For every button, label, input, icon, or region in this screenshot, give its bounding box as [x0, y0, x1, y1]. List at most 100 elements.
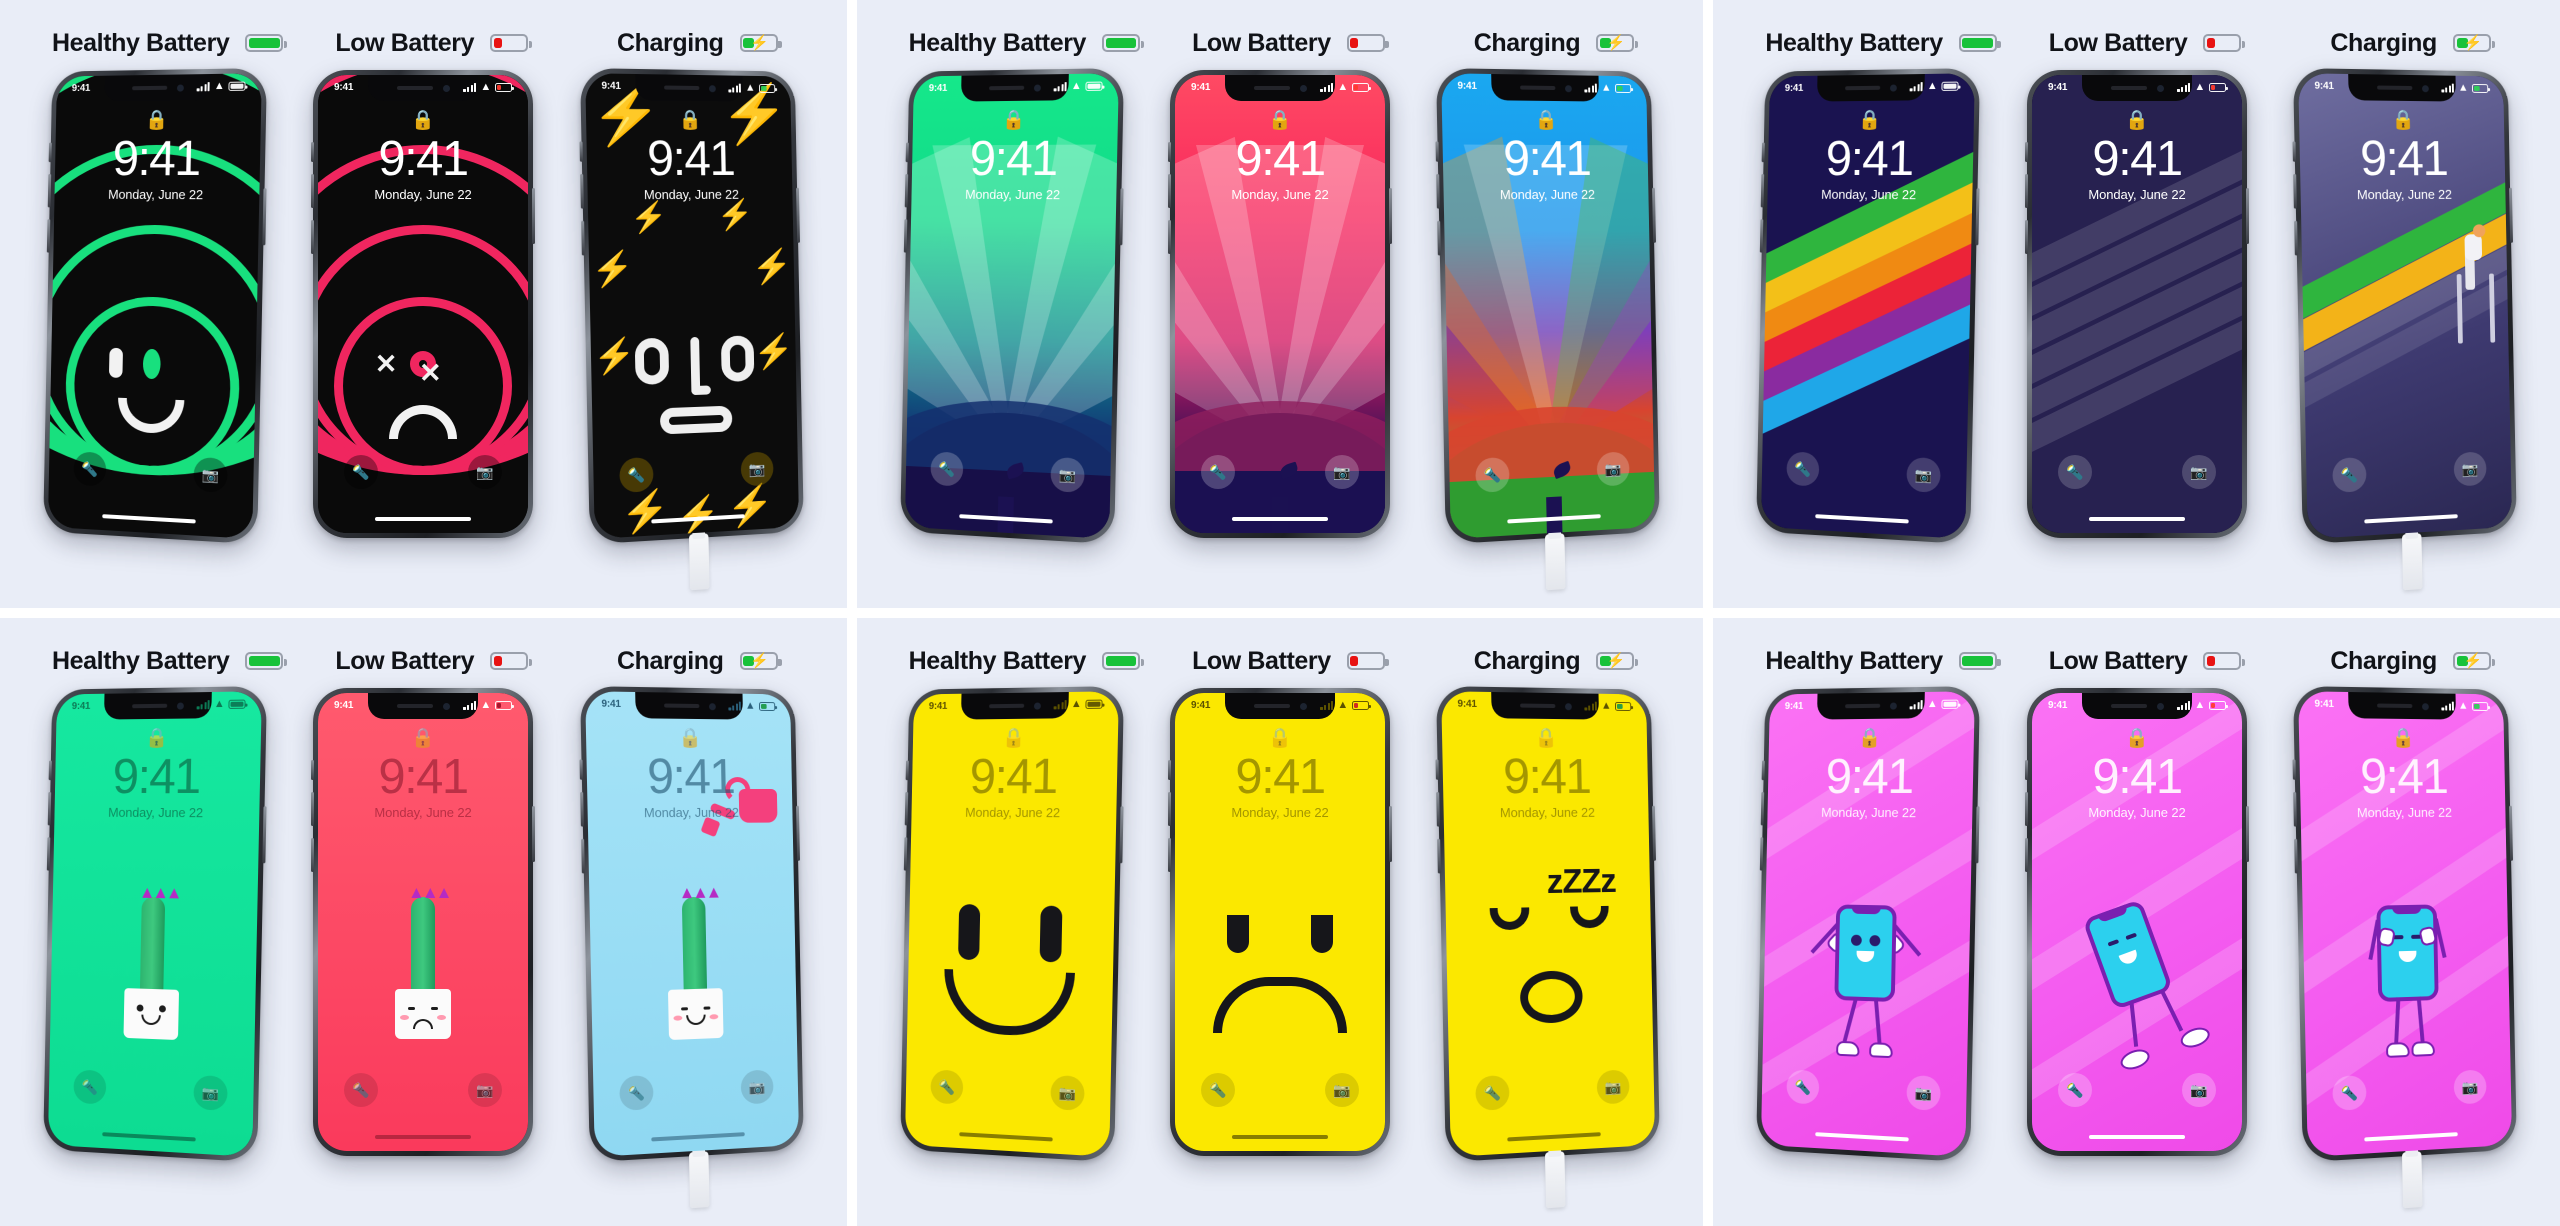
phone-slot-healthy: 9:41 ▲ 🔒 9:41 Monday, June 22 🔦 📷 — [875, 682, 1145, 1163]
phone-screen: ✕ ✕ 9:41 ▲ 🔒 9:41 Monday, June 22 🔦 📷 — [318, 75, 529, 533]
lock-info: 🔒 9:41 Monday, June 22 — [1175, 728, 1385, 820]
status-battery-icon — [2208, 83, 2226, 92]
home-indicator[interactable] — [2088, 517, 2185, 521]
phone-mono-stripes[interactable]: 9:41 ▲ 🔒 9:41 Monday, June 22 🔦 📷 — [2024, 70, 2249, 538]
wifi-icon: ▲ — [1070, 697, 1082, 711]
camera-icon[interactable]: 📷 — [2453, 1069, 2487, 1105]
phone-red-cactus[interactable]: ▲▲▲ 9:41 ▲ 🔒 9:41 Monday, June 22 🔦 📷 — [311, 688, 536, 1156]
phone-climber-stripes[interactable]: 9:41 ▲ 🔒 9:41 Monday, June 22 🔦 📷 — [2292, 67, 2517, 591]
camera-icon[interactable]: 📷 — [740, 1069, 774, 1105]
flashlight-icon[interactable]: 🔦 — [73, 1069, 107, 1105]
header-label: Healthy Battery — [1765, 28, 1943, 57]
camera-icon[interactable]: 📷 — [2181, 1073, 2216, 1107]
header-healthy-battery: Healthy Battery — [1713, 22, 2001, 64]
camera-icon[interactable]: 📷 — [468, 455, 503, 489]
flashlight-icon[interactable]: 🔦 — [1200, 455, 1235, 489]
phone-red-apple[interactable]: 9:41 ▲ 🔒 9:41 Monday, June 22 🔦 📷 — [1167, 70, 1392, 538]
camera-icon[interactable]: 📷 — [1324, 455, 1359, 489]
lock-info: 🔒 9:41 Monday, June 22 — [55, 110, 262, 203]
camera-icon[interactable]: 📷 — [740, 451, 774, 487]
flashlight-icon[interactable]: 🔦 — [2332, 1074, 2367, 1111]
home-indicator[interactable] — [1231, 517, 1328, 521]
phone-blue-apple[interactable]: 9:41 ▲ 🔒 9:41 Monday, June 22 🔦 📷 — [1435, 67, 1661, 591]
charging-cable — [1545, 1151, 1566, 1209]
charging-cable — [688, 1151, 710, 1209]
phone-yellow-frown[interactable]: 9:41 ▲ 🔒 9:41 Monday, June 22 🔦 📷 — [1167, 688, 1392, 1156]
cellular-signal-icon — [2441, 83, 2455, 93]
lock-icon: 🔒 — [145, 109, 169, 132]
header-label: Charging — [617, 646, 724, 675]
phone-pink-resting[interactable]: 9:41 ▲ 🔒 9:41 Monday, June 22 🔦 📷 — [2292, 685, 2517, 1209]
flashlight-icon[interactable]: 🔦 — [344, 1073, 379, 1107]
flashlight-icon[interactable]: 🔦 — [930, 1069, 964, 1105]
header-label: Low Battery — [2048, 28, 2188, 57]
header-label: Healthy Battery — [52, 646, 230, 675]
status-time: 9:41 — [71, 82, 91, 95]
battery-full-icon — [245, 34, 288, 52]
panel-smiley-phones: 9:41 ▲ 🔒 9:41 Monday, June 22 🔦 📷 9:41 ▲… — [857, 682, 1704, 1226]
home-indicator[interactable] — [375, 517, 472, 521]
cellular-signal-icon — [1320, 83, 1334, 92]
lock-time: 9:41 — [112, 131, 201, 187]
charging-cable — [2401, 533, 2423, 591]
phone-green-cactus[interactable]: ▲▲▲ 9:41 ▲ 🔒 9:41 Monday, June 22 🔦 📷 — [43, 685, 268, 1163]
phone-yellow-sleep[interactable]: zZZz 9:41 ▲ 🔒 9:41 Monday, June 22 🔦 📷 — [1435, 685, 1661, 1209]
camera-icon[interactable]: 📷 — [2453, 451, 2487, 487]
flashlight-icon[interactable]: 🔦 — [2057, 1073, 2092, 1107]
phone-green-apple[interactable]: 9:41 ▲ 🔒 9:41 Monday, June 22 🔦 📷 — [899, 67, 1124, 545]
camera-icon[interactable]: 📷 — [193, 1074, 228, 1111]
camera-icon[interactable]: 📷 — [1050, 456, 1085, 493]
status-time: 9:41 — [600, 80, 621, 92]
phone-blue-cactus[interactable]: ▲▲▲ 9:41 ▲ 🔒 9:41 Monday, June 22 🔦 📷 — [579, 685, 804, 1209]
camera-icon[interactable]: 📷 — [1050, 1074, 1085, 1111]
phone-yellow-bolts[interactable]: ⚡ ⚡ ⚡ ⚡ ⚡ ⚡ ⚡ ⚡ ⚡ ⚡ ⚡ 9:41 ▲ 🔒 9:41 Mond… — [579, 67, 804, 591]
flashlight-icon[interactable]: 🔦 — [930, 451, 964, 487]
camera-icon[interactable]: 📷 — [1596, 451, 1630, 487]
phone-yellow-smile[interactable]: 9:41 ▲ 🔒 9:41 Monday, June 22 🔦 📷 — [899, 685, 1124, 1163]
flashlight-icon[interactable]: 🔦 — [618, 456, 654, 493]
lock-icon: 🔒 — [1001, 109, 1026, 132]
flashlight-icon[interactable]: 🔦 — [618, 1074, 654, 1111]
phone-green-rings-smiley[interactable]: 9:41 ▲ 🔒 9:41 Monday, June 22 🔦 📷 — [43, 67, 268, 545]
camera-icon[interactable]: 📷 — [1906, 1074, 1942, 1111]
flashlight-icon[interactable]: 🔦 — [1786, 451, 1820, 487]
lock-date: Monday, June 22 — [643, 186, 739, 203]
home-indicator[interactable] — [1231, 1135, 1328, 1139]
battery-charging-icon: ⚡ — [1596, 34, 1639, 52]
battery-low-icon — [490, 34, 533, 52]
flashlight-icon[interactable]: 🔦 — [344, 455, 379, 489]
camera-icon[interactable]: 📷 — [1906, 456, 1942, 493]
phone-screen: 9:41 ▲ 🔒 9:41 Monday, June 22 🔦 📷 — [1441, 73, 1656, 539]
flashlight-icon[interactable]: 🔦 — [2332, 456, 2367, 493]
lock-info: 🔒 9:41 Monday, June 22 — [585, 728, 792, 821]
lock-icon: 🔒 — [2124, 728, 2149, 749]
phone-pink-sleeping[interactable]: 9:41 ▲ 🔒 9:41 Monday, June 22 🔦 📷 — [2024, 688, 2249, 1156]
camera-icon[interactable]: 📷 — [2181, 455, 2216, 489]
wifi-icon: ▲ — [1337, 81, 1348, 93]
flashlight-icon[interactable]: 🔦 — [73, 451, 107, 487]
phone-rainbow-stripes[interactable]: 9:41 ▲ 🔒 9:41 Monday, June 22 🔦 📷 — [1756, 67, 1981, 545]
wifi-icon: ▲ — [2457, 699, 2469, 712]
flashlight-icon[interactable]: 🔦 — [1475, 1074, 1510, 1111]
phone-slot-low: 9:41 ▲ 🔒 9:41 Monday, June 22 🔦 📷 — [2002, 64, 2272, 538]
phone-pink-rings-frown[interactable]: ✕ ✕ 9:41 ▲ 🔒 9:41 Monday, June 22 🔦 📷 — [311, 70, 536, 538]
camera-icon[interactable]: 📷 — [193, 456, 228, 493]
camera-icon[interactable]: 📷 — [1324, 1073, 1359, 1107]
status-time: 9:41 — [1190, 700, 1211, 711]
camera-icon[interactable]: 📷 — [468, 1073, 503, 1107]
lock-time: 9:41 — [2359, 131, 2448, 187]
flashlight-icon[interactable]: 🔦 — [1475, 456, 1510, 493]
header-label: Healthy Battery — [1765, 646, 1943, 675]
flashlight-icon[interactable]: 🔦 — [1200, 1073, 1235, 1107]
ojo-face-graphic — [630, 335, 759, 439]
status-battery-icon — [1941, 699, 1960, 709]
battery-charging-icon: ⚡ — [2452, 34, 2495, 52]
header-label: Charging — [1473, 646, 1581, 675]
camera-icon[interactable]: 📷 — [1596, 1069, 1630, 1105]
phone-pink-dancing[interactable]: 9:41 ▲ 🔒 9:41 Monday, June 22 🔦 📷 — [1756, 685, 1981, 1163]
battery-low-icon — [1346, 652, 1389, 670]
flashlight-icon[interactable]: 🔦 — [1786, 1069, 1820, 1105]
home-indicator[interactable] — [2088, 1135, 2185, 1139]
flashlight-icon[interactable]: 🔦 — [2057, 455, 2092, 489]
home-indicator[interactable] — [375, 1135, 472, 1139]
